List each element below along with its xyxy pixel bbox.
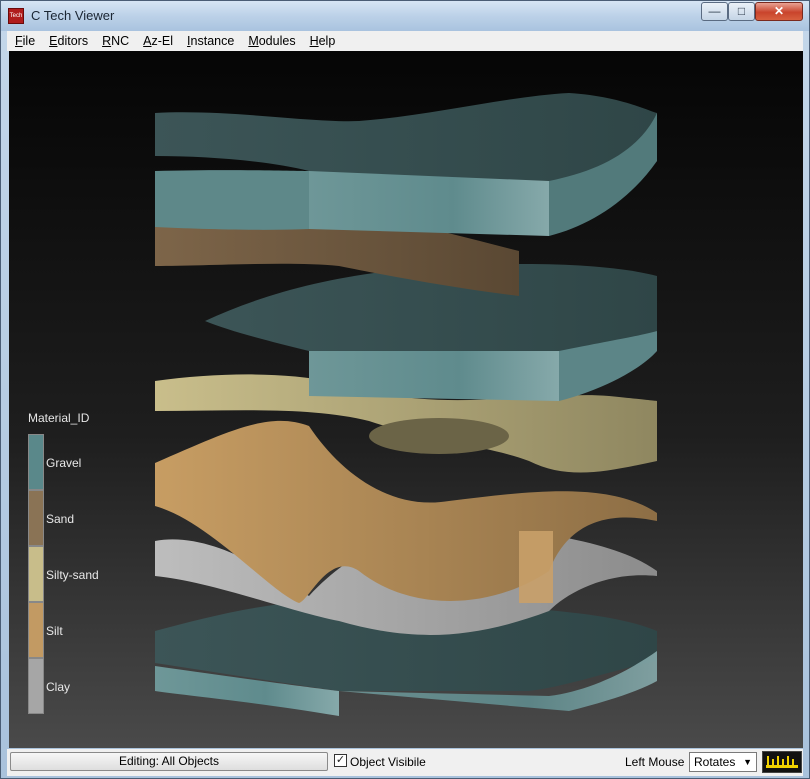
object-visible-label: Object Visibile — [350, 755, 426, 769]
3d-viewport[interactable]: Material_ID Gravel Sand Silty-sand Silt … — [9, 51, 803, 748]
app-icon[interactable]: Tech — [8, 8, 24, 24]
chevron-down-icon: ▼ — [743, 757, 752, 767]
legend-swatch-silt — [28, 602, 44, 658]
legend-label-sand: Sand — [46, 512, 75, 526]
legend-label-silt: Silt — [46, 624, 63, 638]
maximize-icon: □ — [737, 4, 746, 18]
app-window: Tech C Tech Viewer — □ ✕ File Editors RN… — [0, 0, 810, 779]
menu-modules[interactable]: Modules — [240, 34, 301, 48]
ruler-icon — [766, 756, 798, 768]
gravel-layer-middle-side — [309, 351, 559, 401]
legend-label-clay: Clay — [46, 680, 71, 694]
window-title: C Tech Viewer — [31, 8, 115, 23]
close-button[interactable]: ✕ — [755, 2, 803, 21]
object-visible-checkbox[interactable]: ✓ — [334, 754, 347, 767]
legend-color-bar — [28, 434, 44, 714]
stratigraphy-model[interactable] — [9, 51, 803, 748]
legend-label-silty-sand: Silty-sand — [46, 568, 99, 582]
menu-help[interactable]: Help — [302, 34, 342, 48]
ruler-button[interactable] — [762, 751, 802, 773]
menu-az-el[interactable]: Az-El — [135, 34, 179, 48]
legend-swatch-gravel — [28, 434, 44, 490]
legend-label-gravel: Gravel — [46, 456, 82, 470]
mouse-mode-value: Rotates — [694, 755, 736, 769]
legend-title: Material_ID — [28, 411, 90, 425]
legend-swatch-silty-sand — [28, 546, 44, 602]
left-mouse-label: Left Mouse — [625, 755, 685, 769]
legend-swatch-sand — [28, 490, 44, 546]
close-icon: ✕ — [773, 4, 785, 18]
editing-objects-button[interactable]: Editing: All Objects — [10, 752, 328, 771]
menu-instance[interactable]: Instance — [179, 34, 240, 48]
menu-editors[interactable]: Editors — [41, 34, 94, 48]
legend-swatch-clay — [28, 658, 44, 714]
minimize-button[interactable]: — — [701, 2, 728, 21]
title-bar[interactable]: Tech C Tech Viewer — □ ✕ — [1, 1, 809, 31]
menu-file[interactable]: File — [7, 34, 41, 48]
menu-rnc[interactable]: RNC — [94, 34, 135, 48]
maximize-button[interactable]: □ — [728, 2, 755, 21]
status-bar: Editing: All Objects ✓ Object Visibile L… — [7, 749, 803, 776]
mouse-mode-select[interactable]: Rotates ▼ — [689, 752, 757, 772]
minimize-icon: — — [708, 4, 721, 18]
menu-bar: File Editors RNC Az-El Instance Modules … — [7, 31, 803, 51]
